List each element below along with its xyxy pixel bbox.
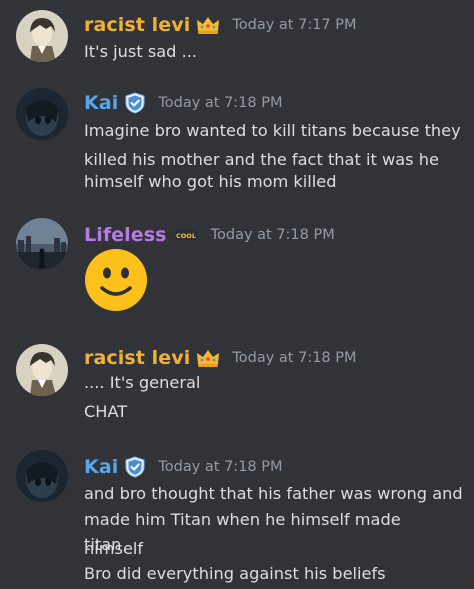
slightly-smiling-face-icon[interactable] (84, 248, 148, 312)
svg-text:COOL: COOL (176, 232, 196, 240)
avatar[interactable] (16, 450, 68, 502)
message-text: titan (84, 535, 122, 554)
timestamp[interactable]: Today at 7:17 PM (232, 17, 356, 33)
message-text: CHAT (84, 402, 128, 421)
avatar-levi-image (16, 344, 68, 396)
username[interactable]: Kai (84, 456, 118, 478)
message-text: .... It's general (84, 373, 201, 392)
message-text: himself who got his mom killed (84, 172, 337, 191)
timestamp[interactable]: Today at 7:18 PM (232, 350, 356, 366)
shield-check-icon (124, 456, 146, 478)
shield-check-icon (124, 92, 146, 114)
timestamp[interactable]: Today at 7:18 PM (211, 227, 335, 243)
avatar[interactable] (16, 344, 68, 396)
message-text: and bro thought that his father was wron… (84, 484, 463, 503)
message-text: Imagine bro wanted to kill titans becaus… (84, 121, 461, 140)
username[interactable]: racist levi (84, 347, 190, 369)
cool-icon: COOL (175, 229, 197, 241)
username[interactable]: racist levi (84, 14, 190, 36)
avatar-lifeless-image (16, 218, 68, 270)
message-text: It's just sad ... (84, 42, 198, 61)
crown-icon (196, 15, 220, 35)
avatar-kai-image (16, 88, 68, 140)
avatar[interactable] (16, 88, 68, 140)
avatar[interactable] (16, 10, 68, 62)
avatar-levi-image (16, 10, 68, 62)
message-text: Bro did everything against his beliefs (84, 564, 386, 583)
timestamp[interactable]: Today at 7:18 PM (158, 459, 282, 475)
username[interactable]: Kai (84, 92, 118, 114)
crown-icon (196, 348, 220, 368)
avatar-kai-image (16, 450, 68, 502)
message-feed: racist levi Today at 7:17 PM It's just s… (0, 0, 474, 589)
avatar[interactable] (16, 218, 68, 270)
username[interactable]: Lifeless (84, 224, 167, 246)
timestamp[interactable]: Today at 7:18 PM (158, 95, 282, 111)
